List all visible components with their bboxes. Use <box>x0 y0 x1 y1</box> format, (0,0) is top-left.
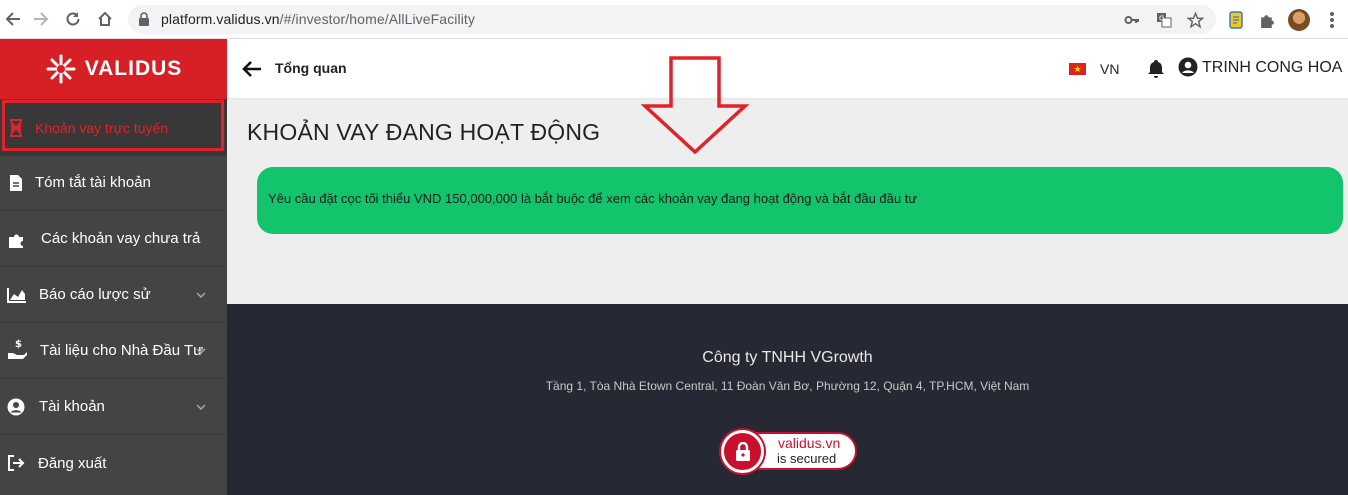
extension-note-icon[interactable] <box>1226 10 1246 30</box>
chevron-down-icon <box>196 403 206 410</box>
sidebar-item-history-report[interactable]: Báo cáo lược sử <box>0 267 227 323</box>
company-name: Công ty TNHH VGrowth <box>702 349 873 366</box>
sidebar-item-account-summary[interactable]: Tóm tắt tài khoản <box>0 155 227 211</box>
sidebar-item-label: Tóm tắt tài khoản <box>35 174 151 191</box>
security-badge[interactable]: validus.vn is secured <box>721 430 861 473</box>
sidebar-item-label: Các khoản vay chưa trả <box>41 230 201 247</box>
key-icon[interactable] <box>1122 10 1142 30</box>
sidebar-item-label: Đăng xuất <box>38 454 107 472</box>
chevron-down-icon <box>196 347 206 354</box>
hand-money-icon: $ <box>7 339 29 359</box>
profile-avatar[interactable] <box>1288 9 1310 31</box>
sidebar: VALIDUS Khoản vay trực tuyến Tóm tắt tài… <box>0 39 227 495</box>
area-chart-icon <box>7 286 27 304</box>
svg-text:G: G <box>1159 15 1164 23</box>
brand-name: VALIDUS <box>84 57 183 80</box>
footer: Công ty TNHH VGrowth Tầng 1, Tòa Nhà Eto… <box>227 304 1348 495</box>
sidebar-item-label: Tài khoản <box>39 398 105 415</box>
language-selector[interactable]: VN <box>1100 61 1119 77</box>
brand-logo[interactable]: VALIDUS <box>0 39 227 99</box>
translate-icon[interactable]: G <box>1154 10 1174 30</box>
annotation-arrow-icon <box>641 56 749 154</box>
badge-domain: validus.vn <box>778 435 841 451</box>
sidebar-item-logout[interactable]: Đăng xuất <box>0 435 227 491</box>
notice-text: Yêu cầu đặt cọc tối thiểu VND 150,000,00… <box>268 191 918 206</box>
reload-icon[interactable] <box>62 8 84 30</box>
puzzle-icon <box>7 230 29 248</box>
badge-status: is secured <box>777 451 837 466</box>
sidebar-item-outstanding-loans[interactable]: Các khoản vay chưa trả <box>0 211 227 267</box>
user-avatar-icon[interactable] <box>1178 57 1198 77</box>
sidebar-item-account[interactable]: Tài khoản <box>0 379 227 435</box>
extensions-puzzle-icon[interactable] <box>1257 10 1277 30</box>
home-icon[interactable] <box>94 8 116 30</box>
more-menu-icon[interactable] <box>1322 10 1342 30</box>
lock-icon <box>139 12 149 26</box>
top-header: Tổng quan ★ VN TRINH CONG HOA <box>227 39 1348 99</box>
bookmark-star-icon[interactable] <box>1185 10 1205 30</box>
back-arrow-icon[interactable] <box>241 58 263 80</box>
highlight-frame <box>2 100 224 151</box>
deposit-notice: Yêu cầu đặt cọc tối thiểu VND 150,000,00… <box>257 167 1343 234</box>
bell-icon[interactable] <box>1147 59 1165 79</box>
main-content: KHOẢN VAY ĐANG HOẠT ĐỘNG Yêu cầu đặt cọc… <box>227 99 1348 304</box>
forward-icon[interactable] <box>30 8 52 30</box>
document-icon <box>7 174 25 192</box>
browser-toolbar: platform.validus.vn/#/investor/home/AllL… <box>0 0 1348 39</box>
padlock-icon <box>721 430 764 473</box>
vietnam-flag-icon[interactable]: ★ <box>1069 63 1086 75</box>
svg-text:$: $ <box>15 339 22 350</box>
back-icon[interactable] <box>2 8 24 30</box>
user-circle-icon <box>7 398 25 416</box>
sidebar-item-label: Báo cáo lược sử <box>39 286 151 303</box>
sidebar-item-investor-documents[interactable]: $ Tài liệu cho Nhà Đầu Tư <box>0 323 227 379</box>
chevron-down-icon <box>196 291 206 298</box>
user-name[interactable]: TRINH CONG HOA <box>1202 59 1342 77</box>
logout-icon <box>7 454 25 472</box>
company-address: Tầng 1, Tòa Nhà Etown Central, 11 Đoàn V… <box>545 379 1030 393</box>
breadcrumb[interactable]: Tổng quan <box>275 60 347 76</box>
validus-logo-icon <box>46 54 76 84</box>
sidebar-item-label: Tài liệu cho Nhà Đầu Tư <box>40 342 204 359</box>
page-title: KHOẢN VAY ĐANG HOẠT ĐỘNG <box>247 119 601 145</box>
url-text[interactable]: platform.validus.vn/#/investor/home/AllL… <box>161 11 475 27</box>
